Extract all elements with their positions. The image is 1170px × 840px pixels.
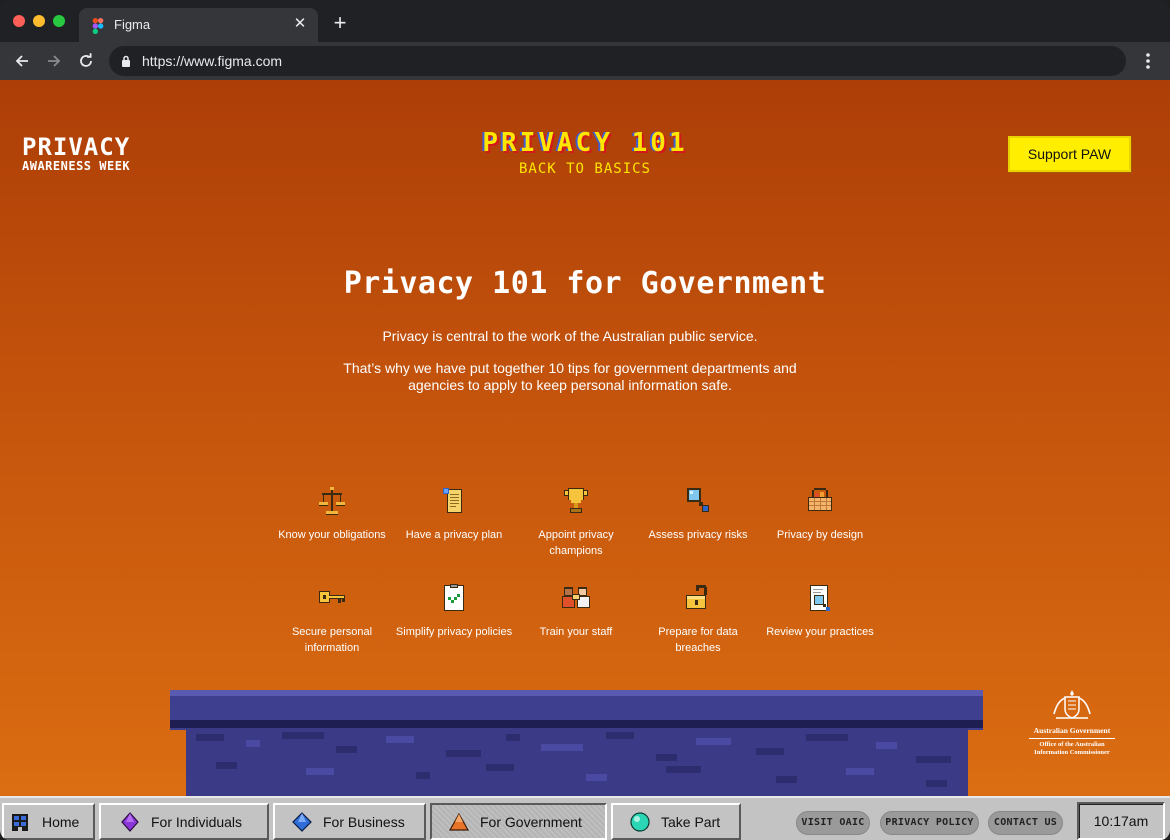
visit-oaic-link[interactable]: VISIT OAIC (796, 811, 870, 835)
purple-gem-icon (121, 811, 139, 832)
tip-privacy-by-design[interactable]: Privacy by design (759, 485, 881, 543)
figma-favicon-icon (92, 18, 104, 34)
gov-divider (1029, 738, 1115, 739)
tip-simplify-policies[interactable]: Simplify privacy policies (393, 582, 515, 640)
trophy-icon (564, 488, 588, 513)
intro-paragraph-1: Privacy is central to the work of the Au… (382, 328, 758, 344)
teal-circle-icon (630, 811, 650, 832)
contact-us-link[interactable]: CONTACT US (988, 811, 1063, 835)
key-icon (319, 591, 345, 603)
privacy-awareness-week-logo[interactable]: PRIVACY AWARENESS WEEK (22, 135, 162, 175)
orange-triangle-icon (448, 812, 470, 831)
taskbar-government-label: For Government (480, 813, 582, 830)
taskbar-home-button[interactable]: Home (2, 803, 95, 840)
tip-label: Train your staff (539, 626, 613, 638)
hero-logo-subtitle: BACK TO BASICS (518, 161, 651, 177)
minimize-window-button[interactable] (33, 15, 45, 27)
blue-diamond-icon (292, 811, 312, 832)
tip-label: Simplify privacy policies (395, 626, 513, 638)
taskbar: Home For Individuals For Business For Go… (0, 796, 1170, 840)
tip-label: Review your practices (766, 626, 874, 638)
reload-button[interactable] (75, 50, 97, 72)
tab-close-icon[interactable]: ✕ (292, 14, 308, 34)
taskbar-take-part-label: Take Part (661, 813, 721, 830)
tip-label: Appoint privacy champions (538, 529, 614, 557)
gov-office-line-1: Office of the Australian (1039, 741, 1105, 748)
tip-label: Secure personal information (291, 626, 373, 654)
tip-label: Have a privacy plan (405, 529, 503, 541)
taskbar-business-button[interactable]: For Business (273, 803, 426, 840)
arrow-right-icon (48, 55, 61, 67)
lock-icon (122, 55, 130, 67)
checklist-icon (444, 584, 464, 611)
close-window-button[interactable] (13, 15, 25, 27)
reload-icon (80, 53, 92, 67)
australian-government-logo[interactable]: Australian Government Office of the Aust… (1022, 688, 1122, 756)
scroll-icon (443, 488, 462, 513)
browser-toolbar: https://www.figma.com (0, 42, 1170, 80)
magnifier-icon (687, 488, 709, 512)
tip-data-breaches[interactable]: Prepare for data breaches (637, 582, 759, 656)
tip-assess-risks[interactable]: Assess privacy risks (637, 485, 759, 543)
tip-label: Privacy by design (776, 529, 864, 541)
taskbar-government-button[interactable]: For Government (430, 803, 607, 840)
address-bar[interactable]: https://www.figma.com (109, 46, 1126, 76)
arrow-left-icon (15, 55, 28, 67)
more-vertical-icon[interactable] (1140, 51, 1156, 71)
tip-label: Prepare for data breaches (658, 626, 738, 654)
page-content: PRIVACY AWARENESS WEEK PRIVACY 101 BACK … (0, 80, 1170, 796)
privacy-policy-link[interactable]: PRIVACY POLICY (880, 811, 979, 835)
people-icon (562, 587, 590, 608)
intro-paragraph-2: That’s why we have put together 10 tips … (343, 360, 797, 393)
taskbar-home-label: Home (42, 813, 80, 830)
logo-line-1: PRIVACY (22, 133, 131, 161)
browser-tab[interactable]: Figma ✕ (79, 8, 318, 42)
tip-privacy-plan[interactable]: Have a privacy plan (393, 485, 515, 543)
tip-train-staff[interactable]: Train your staff (515, 582, 637, 640)
tip-privacy-champions[interactable]: Appoint privacy champions (515, 485, 637, 559)
coat-of-arms-icon (1053, 690, 1091, 719)
scales-icon (319, 487, 345, 515)
support-paw-button[interactable]: Support PAW (1008, 136, 1131, 172)
pixel-wall-body (186, 728, 968, 796)
browser-window: Figma ✕ + https://www.figma.com PRIVACY … (0, 0, 1170, 840)
pixel-wall-ledge (170, 720, 983, 728)
forward-button[interactable] (43, 50, 65, 72)
tip-secure-information[interactable]: Secure personal information (271, 582, 393, 656)
url-text: https://www.figma.com (142, 53, 283, 69)
tip-know-obligations[interactable]: Know your obligations (271, 485, 393, 543)
taskbar-individuals-label: For Individuals (151, 813, 243, 830)
new-tab-button[interactable]: + (330, 12, 350, 34)
taskbar-clock: 10:17am (1077, 802, 1165, 840)
tab-bar: Figma ✕ + (0, 0, 1170, 42)
tip-review-practices[interactable]: Review your practices (759, 582, 881, 640)
hero-logo-title: PRIVACY 101 (482, 128, 688, 158)
logo-line-2: AWARENESS WEEK (22, 159, 131, 173)
maximize-window-button[interactable] (53, 15, 65, 27)
privacy-101-logo: PRIVACY 101 BACK TO BASICS (420, 128, 750, 178)
taskbar-individuals-button[interactable]: For Individuals (99, 803, 269, 840)
gov-office-line-2: Information Commissioner (1034, 748, 1110, 756)
back-button[interactable] (11, 50, 33, 72)
taskbar-take-part-button[interactable]: Take Part (611, 803, 741, 840)
tip-label: Know your obligations (278, 529, 386, 541)
basket-icon (808, 488, 832, 511)
tip-label: Assess privacy risks (648, 529, 748, 541)
gov-name: Australian Government (1033, 726, 1111, 735)
taskbar-business-label: For Business (323, 813, 405, 830)
document-search-icon (810, 585, 830, 611)
padlock-icon (686, 585, 707, 609)
tab-title: Figma (114, 17, 151, 32)
home-building-icon (12, 813, 28, 831)
page-title: Privacy 101 for Government (343, 266, 827, 301)
